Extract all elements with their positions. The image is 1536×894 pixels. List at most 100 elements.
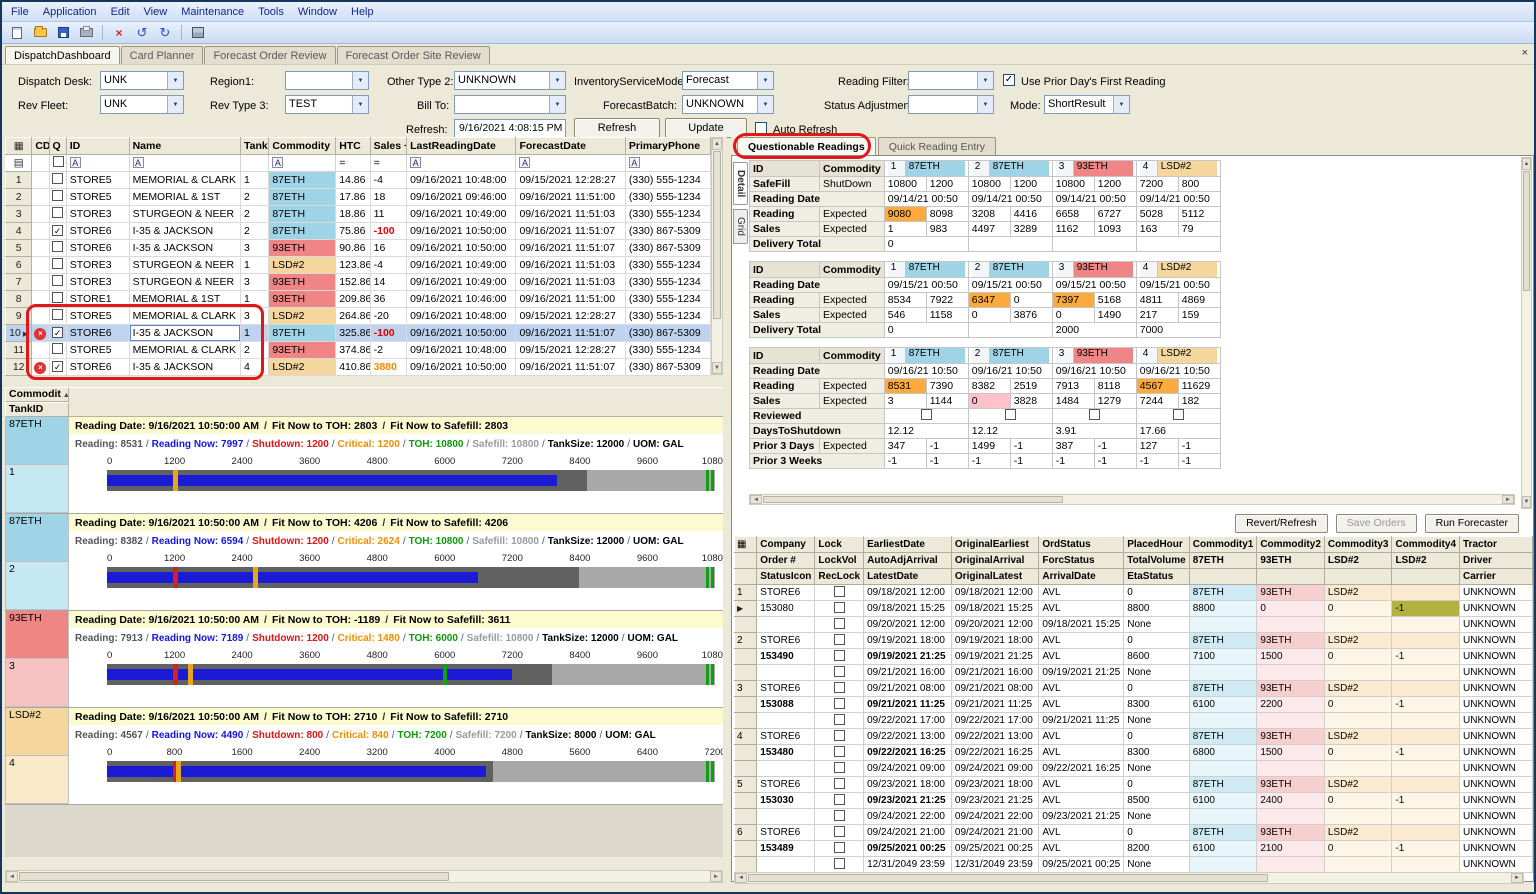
lock-cell[interactable]	[815, 745, 864, 761]
q-checkbox[interactable]	[52, 309, 63, 320]
toolbar-print-icon[interactable]	[76, 24, 96, 42]
prior-day-checkbox[interactable]: ✓	[1003, 74, 1015, 86]
tank-commodity-cell[interactable]: 93ETH	[5, 611, 69, 659]
orders-col-header-statusicon[interactable]: StatusIcon	[757, 569, 815, 585]
site-row-12[interactable]: 12×✓STORE6I-35 & JACKSON4LSD#2410.863880…	[6, 359, 711, 376]
left-hscrollbar[interactable]: ◄►	[5, 870, 723, 883]
run-forecaster-button[interactable]: Run Forecaster	[1425, 514, 1519, 533]
q-checkbox-cell[interactable]	[49, 206, 66, 223]
tab-card-planner[interactable]: Card Planner	[121, 46, 204, 64]
lock-checkbox[interactable]	[834, 634, 845, 645]
orders-col-header-commodity4[interactable]: Commodity4	[1392, 537, 1460, 553]
lock-checkbox[interactable]	[834, 714, 845, 725]
orders-col-header-93eth[interactable]: 93ETH	[1257, 553, 1325, 569]
refresh-button[interactable]: Refresh	[574, 118, 660, 138]
q-checkbox[interactable]	[52, 275, 63, 286]
lock-cell[interactable]	[815, 761, 864, 777]
filter-select-inventoryservicemode[interactable]: Forecast▼	[682, 71, 774, 90]
close-icon[interactable]: ×	[1522, 48, 1528, 59]
autofilter-icon[interactable]: A	[519, 157, 530, 168]
orders-col-header-forcstatus[interactable]: ForcStatus	[1039, 553, 1124, 569]
reviewed-cell[interactable]	[884, 409, 968, 424]
site-row-11[interactable]: 11STORE5MEMORIAL & CLARK293ETH374.86-209…	[6, 342, 711, 359]
autofilter-icon[interactable]: A	[133, 157, 144, 168]
filter-select-reading-filter[interactable]: ▼	[908, 71, 994, 90]
orders-col-header-lsd-2[interactable]: LSD#2	[1392, 553, 1460, 569]
reviewed-cell[interactable]	[968, 409, 1052, 424]
orders-col-header-placedhour[interactable]: PlacedHour	[1124, 537, 1190, 553]
orders-col-header-earliestdate[interactable]: EarliestDate	[864, 537, 952, 553]
menu-item-tools[interactable]: Tools	[251, 3, 291, 21]
orders-col-header-87eth[interactable]: 87ETH	[1189, 553, 1257, 569]
reviewed-checkbox[interactable]	[1089, 409, 1100, 420]
toolbar-redo-icon[interactable]: ↻	[155, 24, 175, 42]
reviewed-cell[interactable]	[1136, 409, 1220, 424]
tank-id-cell[interactable]: 4	[5, 756, 69, 804]
q-checkbox[interactable]	[52, 241, 63, 252]
orders-col-header-originalarrival[interactable]: OriginalArrival	[951, 553, 1038, 569]
lock-cell[interactable]	[815, 665, 864, 681]
reviewed-checkbox[interactable]	[1005, 409, 1016, 420]
lock-cell[interactable]	[815, 841, 864, 857]
col-header-htc[interactable]: HTC	[336, 138, 370, 155]
lock-cell[interactable]	[815, 585, 864, 601]
col-header-primaryphone[interactable]: PrimaryPhone	[625, 138, 710, 155]
menu-item-edit[interactable]: Edit	[104, 3, 137, 21]
order-153088-row1[interactable]: 3STORE609/21/2021 08:0009/21/2021 08:00A…	[735, 681, 1533, 697]
q-checkbox[interactable]: ✓	[52, 327, 63, 338]
tank-commodity-cell[interactable]: 87ETH	[5, 514, 69, 562]
order-153489-row1[interactable]: 6STORE609/24/2021 21:0009/24/2021 21:00A…	[735, 825, 1533, 841]
filter-select-rev-fleet[interactable]: UNK▼	[100, 95, 184, 114]
lock-checkbox[interactable]	[834, 730, 845, 741]
toolbar-delete-icon[interactable]: ×	[109, 24, 129, 42]
tank-col-header-tankid[interactable]: TankID	[5, 402, 69, 417]
q-checkbox-cell[interactable]	[49, 240, 66, 257]
lock-checkbox[interactable]	[834, 650, 845, 661]
col-header-id[interactable]: ID	[66, 138, 129, 155]
lock-checkbox[interactable]	[834, 762, 845, 773]
filter-select-bill-to[interactable]: ▼	[454, 95, 566, 114]
orders-col-header-c6[interactable]	[1189, 569, 1257, 585]
reviewed-cell[interactable]	[1052, 409, 1136, 424]
readings-hscrollbar[interactable]: ◄►	[749, 494, 1515, 505]
menu-item-view[interactable]: View	[137, 3, 175, 21]
scroll-up-arrow[interactable]: ▲	[1522, 158, 1531, 170]
lock-cell[interactable]	[815, 617, 864, 633]
lock-cell[interactable]	[815, 777, 864, 793]
grid-corner-icon[interactable]: ▦	[6, 138, 32, 155]
orders-col-header-lock[interactable]: Lock	[815, 537, 864, 553]
scroll-right-arrow[interactable]: ►	[1502, 495, 1514, 504]
scroll-up-arrow[interactable]: ▲	[712, 138, 722, 150]
q-checkbox-cell[interactable]	[49, 308, 66, 325]
reviewed-checkbox[interactable]	[1173, 409, 1184, 420]
lock-checkbox[interactable]	[834, 618, 845, 629]
order-153490-row2[interactable]: 15349009/19/2021 21:2509/19/2021 21:25AV…	[735, 649, 1533, 665]
tab-questionable-readings[interactable]: Questionable Readings	[737, 137, 876, 155]
col-header-name[interactable]: Name	[129, 138, 240, 155]
tank-col-header-commodity[interactable]: Commodit▲	[5, 387, 69, 402]
lock-checkbox[interactable]	[834, 586, 845, 597]
site-row-9[interactable]: 9STORE5MEMORIAL & CLARK3LSD#2264.86-2009…	[6, 308, 711, 325]
lock-checkbox[interactable]	[834, 794, 845, 805]
filter-checkbox[interactable]	[53, 156, 64, 167]
filter-cell[interactable]: A	[407, 155, 516, 172]
scroll-left-arrow[interactable]: ◄	[750, 495, 762, 504]
tank-commodity-cell[interactable]: 87ETH	[5, 417, 69, 465]
site-row-1[interactable]: 1STORE5MEMORIAL & CLARK187ETH14.86-409/1…	[6, 172, 711, 189]
lock-cell[interactable]	[815, 809, 864, 825]
q-checkbox[interactable]: ✓	[52, 361, 63, 372]
col-header-lastreadingdate[interactable]: LastReadingDate	[407, 138, 516, 155]
q-checkbox[interactable]: ✓	[52, 225, 63, 236]
tank-commodity-cell[interactable]: LSD#2	[5, 708, 69, 756]
filter-select-forecastbatch[interactable]: UNKNOWN▼	[682, 95, 774, 114]
autofilter-icon[interactable]: A	[272, 157, 283, 168]
orders-col-header-company[interactable]: Company	[757, 537, 815, 553]
lock-checkbox[interactable]	[834, 778, 845, 789]
scroll-left-arrow[interactable]: ◄	[735, 873, 747, 883]
tab-quick-reading-entry[interactable]: Quick Reading Entry	[878, 137, 996, 155]
tab-forecast-order-site-review[interactable]: Forecast Order Site Review	[337, 46, 490, 64]
filter-select-mode[interactable]: ShortResult▼	[1044, 95, 1130, 114]
col-header-cd[interactable]: CD	[32, 138, 49, 155]
tank-id-cell[interactable]: 3	[5, 659, 69, 707]
site-row-5[interactable]: 5STORE6I-35 & JACKSON393ETH90.861609/16/…	[6, 240, 711, 257]
